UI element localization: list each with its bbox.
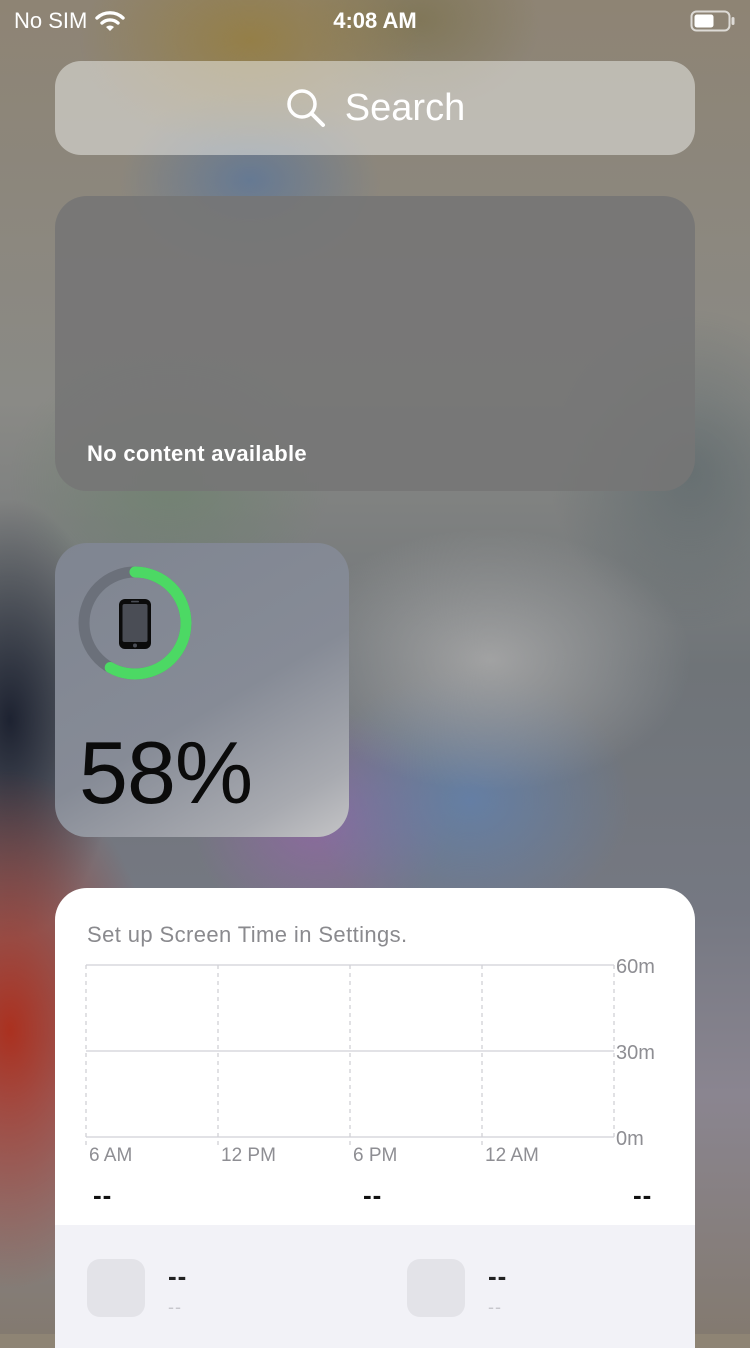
screen-time-widget[interactable]: Set up Screen Time in Settings. 60m 30m 0m…	[55, 888, 695, 1348]
summary-value-2: --	[363, 1180, 383, 1210]
battery-icon	[690, 10, 736, 32]
iphone-icon	[118, 598, 152, 650]
search-bar[interactable]: Search	[55, 61, 695, 155]
app-usage-primary: --	[168, 1261, 188, 1291]
app-icon-placeholder	[407, 1259, 465, 1317]
empty-widget[interactable]: No content available	[55, 196, 695, 491]
x-tick-label: 6 AM	[89, 1145, 132, 1166]
summary-value-1: --	[93, 1180, 113, 1210]
app-icon-placeholder	[87, 1259, 145, 1317]
x-tick-label: 12 AM	[485, 1145, 539, 1166]
battery-ring	[77, 565, 193, 681]
battery-widget[interactable]: 58%	[55, 543, 349, 837]
y-tick-label: 60m	[616, 956, 655, 978]
x-tick-label: 12 PM	[221, 1145, 276, 1166]
screen-time-apps: -- -- -- --	[55, 1225, 695, 1348]
status-bar: No SIM 4:08 AM	[0, 0, 750, 40]
search-placeholder[interactable]: Search	[345, 87, 465, 130]
search-icon	[285, 87, 327, 129]
y-tick-label: 30m	[616, 1042, 655, 1064]
app-usage-secondary: --	[168, 1297, 182, 1317]
x-tick-label: 6 PM	[353, 1145, 397, 1166]
app-usage-secondary: --	[488, 1297, 502, 1317]
y-tick-label: 0m	[616, 1128, 644, 1150]
battery-percent: 58%	[79, 723, 253, 822]
no-content-label: No content available	[87, 441, 307, 466]
status-time: 4:08 AM	[333, 8, 417, 33]
app-usage-primary: --	[488, 1261, 508, 1291]
summary-value-3: --	[633, 1180, 653, 1210]
